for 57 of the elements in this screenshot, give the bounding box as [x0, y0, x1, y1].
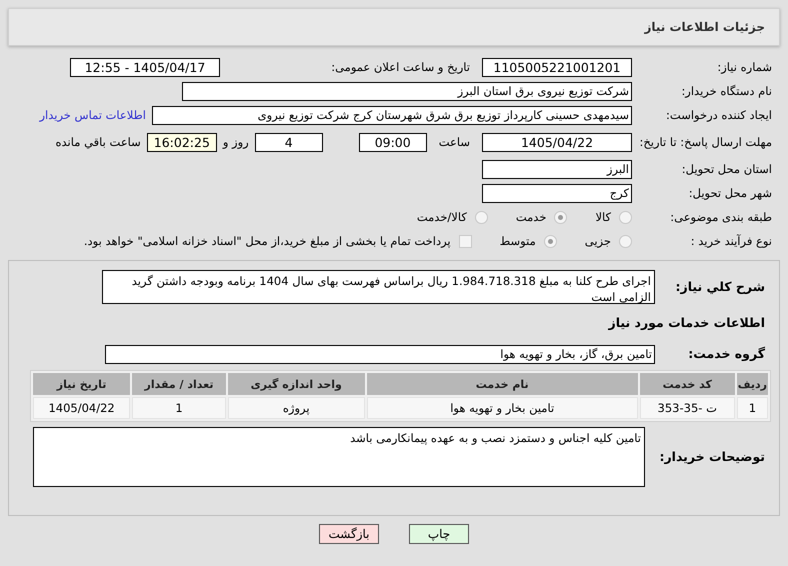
table-cell: تامین بخار و تهویه هوا: [366, 397, 638, 419]
table-cell: 1: [132, 397, 226, 419]
remaining-label: ساعت باقي مانده: [56, 135, 141, 149]
deadline-time-field: 09:00: [358, 132, 427, 152]
section-heading: اطلاعات خدمات مورد نیاز: [607, 314, 766, 332]
radio-button[interactable]: [474, 210, 488, 224]
field-label: توضیحات خریدار:: [658, 448, 766, 466]
field-label: مهلت ارسال پاسخ: تا تاریخ:: [638, 134, 773, 150]
field-label: نام دستگاه خریدار:: [680, 84, 773, 98]
need-number-field: 1105005221001201: [482, 58, 632, 76]
remaining-time-field: 16:02:25: [146, 132, 217, 152]
back-button[interactable]: بازگشت: [319, 524, 379, 544]
table-cell: 1405/04/22: [33, 397, 130, 419]
field-label: شماره نیاز:: [716, 60, 773, 74]
service-group-field: تامین برق، گاز، بخار و تهویه هوا: [105, 344, 655, 364]
radio-label: کالا: [595, 210, 611, 224]
treasury-note: پرداخت تمام یا بخشی از مبلغ خرید،از محل "اسناد خزانه اسلامی" خواهد بود.: [84, 234, 451, 248]
column-header: تاریخ نیاز: [33, 373, 130, 395]
column-header: ردیف: [736, 373, 768, 395]
radio-button[interactable]: [544, 234, 557, 248]
field-label: استان محل تحویل:: [680, 162, 773, 176]
field-label: طبقه بندی موضوعی:: [669, 210, 773, 224]
radio-button[interactable]: [619, 210, 632, 224]
field-label: شرح کلي نياز:: [674, 278, 766, 296]
radio-label: کالا/خدمت: [416, 210, 467, 224]
radio-label: متوسط: [500, 234, 536, 248]
buyer-field: شرکت توزیع نیروی برق استان البرز: [182, 82, 632, 100]
column-header: تعداد / مقدار: [132, 373, 226, 395]
radio-label: خدمت: [516, 210, 546, 224]
radio-button[interactable]: [619, 234, 632, 248]
field-label: نوع فرآیند خرید :: [690, 234, 773, 248]
table-cell: پروژه: [228, 397, 365, 419]
field-label: گروه خدمت:: [687, 346, 766, 362]
city-field: کرج: [482, 184, 632, 202]
deadline-date-field: 1405/04/22: [482, 132, 632, 152]
days-field: 4: [254, 132, 323, 152]
column-header: واحد اندازه گیری: [228, 373, 365, 395]
page-title: جزئیات اطلاعات نیاز: [644, 20, 765, 34]
field-label: شهر محل تحویل:: [688, 186, 773, 200]
time-label: ساعت: [438, 135, 470, 149]
buyer-contact-link[interactable]: اطلاعات تماس خریدار: [39, 108, 146, 122]
buyer-notes-textarea: تامین کلیه اجناس و دستمزد نصب و به عهده پیمانکارمی باشد: [33, 427, 645, 487]
requester-field: سیدمهدی حسینی کارپرداز توزیع برق شرق شهرستان کرج شرکت توزیع نیروی: [152, 106, 632, 124]
summary-textarea: اجرای طرح کلنا به مبلغ 1.984.718.318 ریال براساس فهرست بهای سال 1404 برنامه وبودجه داشتن گرید الزامی است: [102, 270, 655, 304]
province-field: البرز: [482, 160, 632, 178]
field-label: ایجاد کننده درخواست:: [665, 108, 773, 122]
radio-label: جزیی: [584, 234, 611, 248]
table-cell: ت -35-353: [640, 397, 735, 419]
print-button[interactable]: چاپ: [409, 524, 469, 544]
announce-date-field: 1405/04/17 - 12:55: [70, 58, 220, 76]
radio-button[interactable]: [554, 210, 568, 224]
field-label: تاریخ و ساعت اعلان عمومی:: [330, 60, 471, 74]
checkbox[interactable]: [458, 234, 472, 248]
table-cell: 1: [736, 397, 768, 419]
days-label: روز و: [222, 135, 249, 149]
column-header: کد خدمت: [640, 373, 735, 395]
column-header: نام خدمت: [366, 373, 638, 395]
